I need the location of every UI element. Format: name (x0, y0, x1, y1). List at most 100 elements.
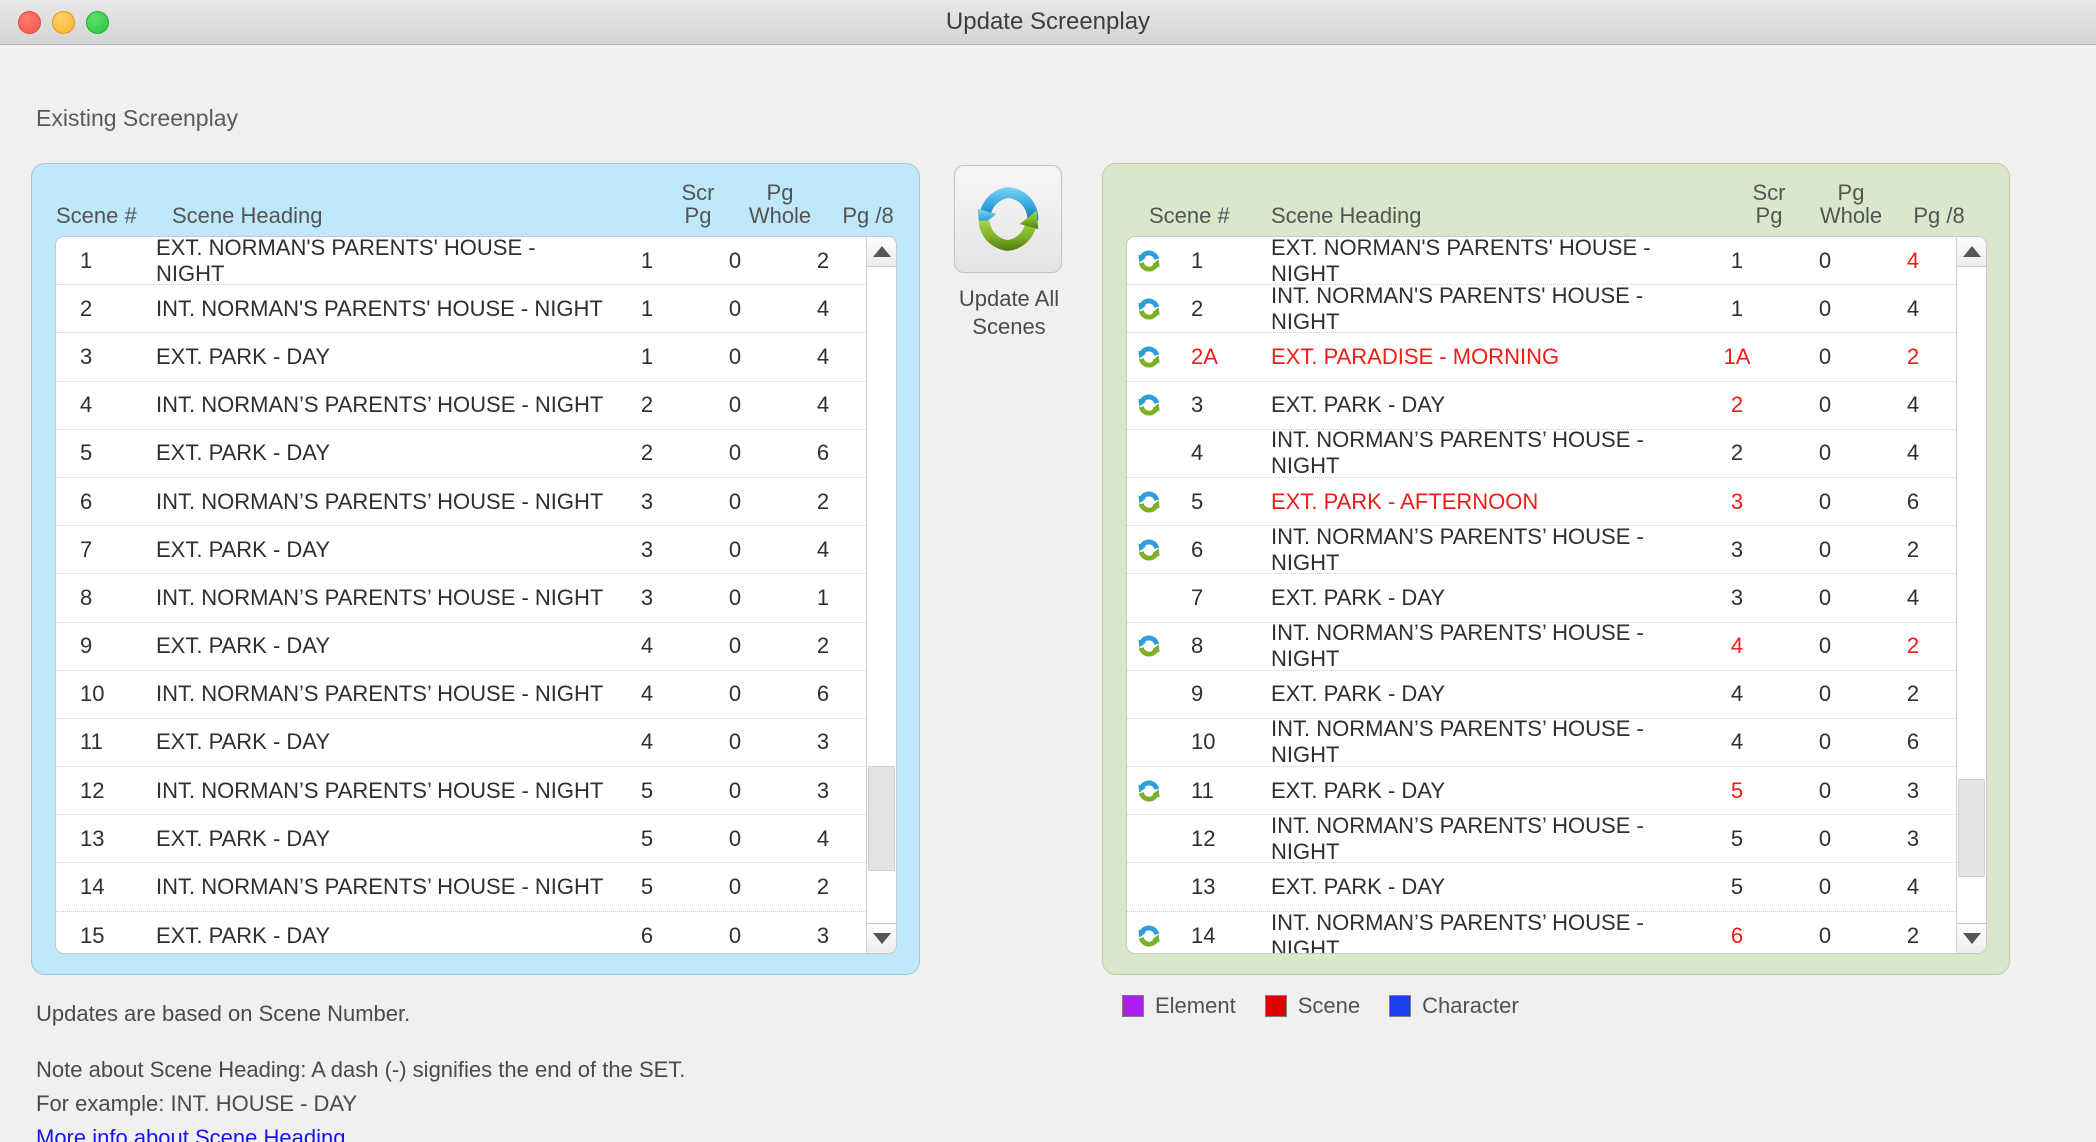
table-row[interactable]: 14 INT. NORMAN’S PARENTS’ HOUSE - NIGHT 6 0… (1127, 910, 1956, 953)
table-row[interactable]: 5 EXT. PARK - AFTERNOON 3 0 6 (1127, 478, 1956, 527)
table-row[interactable]: 3 EXT. PARK - DAY 1 0 4 (56, 333, 866, 382)
more-info-link[interactable]: More info about Scene Heading (36, 1121, 685, 1142)
table-row[interactable]: 10 INT. NORMAN’S PARENTS’ HOUSE - NIGHT 4 0… (1127, 716, 1956, 767)
cell-update-icon[interactable] (1127, 537, 1171, 563)
cell-scene-number: 9 (80, 633, 93, 659)
cell-pg-8: 4 (1906, 874, 1920, 900)
table-row[interactable]: 13 EXT. PARK - DAY 5 0 4 (56, 815, 866, 864)
cell-scene-heading: EXT. PARADISE - MORNING (1271, 343, 1560, 369)
cell-scr-pg: 2 (640, 440, 654, 466)
scroll-down-button-right[interactable] (1957, 923, 1986, 953)
cell-scene-heading: INT. NORMAN’S PARENTS’ HOUSE - NIGHT (156, 488, 604, 514)
scene-changed-refresh-icon (1138, 539, 1160, 561)
table-row[interactable]: 6 INT. NORMAN’S PARENTS’ HOUSE - NIGHT 3 0 2 (1127, 523, 1956, 575)
cell-update-icon[interactable] (1127, 778, 1171, 804)
cell-pg-whole: 0 (728, 247, 742, 273)
cell-scr-pg: 5 (1730, 777, 1744, 803)
cell-scene-heading: INT. NORMAN’S PARENTS’ HOUSE - NIGHT (1271, 812, 1644, 864)
left-scrollbar-track[interactable] (867, 267, 896, 923)
scroll-down-button[interactable] (867, 923, 896, 953)
cell-scene-number: 12 (80, 777, 105, 803)
cell-scene-heading: EXT. PARK - AFTERNOON (1271, 488, 1539, 514)
main-content: Existing Screenplay Scene # Scene Headin… (0, 45, 2096, 1142)
table-row[interactable]: 11 EXT. PARK - DAY 5 0 3 (1127, 767, 1956, 816)
table-row[interactable]: 9 EXT. PARK - DAY 4 0 2 (1127, 671, 1956, 719)
cell-scene-number: 11 (80, 729, 103, 755)
cell-scr-pg: 2 (1730, 440, 1744, 466)
cell-scr-pg: 3 (640, 536, 654, 562)
table-row[interactable]: 8 INT. NORMAN’S PARENTS’ HOUSE - NIGHT 4 0 2 (1127, 620, 1956, 671)
cell-pg-8: 4 (1906, 440, 1920, 466)
cell-scene-number: 8 (80, 584, 93, 610)
cell-scene-heading: INT. NORMAN’S PARENTS’ HOUSE - NIGHT (1271, 523, 1644, 575)
cell-update-icon[interactable] (1127, 489, 1171, 515)
right-scrollbar[interactable] (1956, 237, 1986, 953)
table-row[interactable]: 8 INT. NORMAN’S PARENTS’ HOUSE - NIGHT 3 0 1 (56, 574, 866, 623)
header-pg-8-right: Pg /8 (1913, 203, 1965, 229)
legend-label: Character (1422, 993, 1519, 1018)
cell-scr-pg: 2 (640, 392, 654, 418)
table-row[interactable]: 4 INT. NORMAN’S PARENTS’ HOUSE - NIGHT 2 0 4 (56, 382, 866, 430)
header-pg-whole: Pg Whole (748, 179, 812, 229)
right-scrollbar-thumb[interactable] (1958, 778, 1985, 878)
cell-update-icon[interactable] (1127, 248, 1171, 274)
cell-pg-8: 4 (1906, 295, 1920, 321)
scroll-up-button[interactable] (867, 237, 896, 267)
cell-scene-number: 2A (1191, 343, 1218, 369)
cell-update-icon[interactable] (1127, 633, 1171, 659)
cell-pg-whole: 0 (1818, 633, 1832, 659)
table-row[interactable]: 7 EXT. PARK - DAY 3 0 4 (56, 526, 866, 575)
cell-pg-8: 2 (1906, 343, 1920, 369)
left-scrollbar-thumb[interactable] (868, 765, 895, 871)
cell-pg-8: 6 (1906, 488, 1920, 514)
cell-update-icon[interactable] (1127, 923, 1171, 949)
table-row[interactable]: 12 INT. NORMAN’S PARENTS’ HOUSE - NIGHT 5 0… (1127, 812, 1956, 864)
legend-swatch (1122, 995, 1144, 1017)
cell-scene-heading: INT. NORMAN’S PARENTS’ HOUSE - NIGHT (156, 392, 604, 418)
cell-update-icon[interactable] (1127, 392, 1171, 418)
cell-pg-8: 6 (816, 681, 830, 707)
legend-item: Character (1389, 993, 1519, 1019)
updated-screenplay-panel: Scene # Scene Heading Scr Pg Pg Whole Pg… (1102, 163, 2010, 975)
cell-scr-pg: 3 (1730, 584, 1744, 610)
cell-update-icon[interactable] (1127, 344, 1171, 370)
update-all-scenes-button[interactable] (954, 165, 1062, 273)
cell-scene-number: 10 (1191, 729, 1216, 755)
cell-scene-number: 13 (1191, 874, 1216, 900)
table-row[interactable]: 14 INT. NORMAN’S PARENTS’ HOUSE - NIGHT 5 0… (56, 863, 866, 912)
cell-scr-pg: 5 (640, 777, 654, 803)
header-scene-num-right: Scene # (1149, 203, 1230, 229)
table-row[interactable]: 15 EXT. PARK - DAY 6 0 3 (56, 912, 866, 953)
cell-scene-number: 13 (80, 825, 105, 851)
table-row[interactable]: 1 EXT. NORMAN'S PARENTS' HOUSE - NIGHT 1 0 2 (56, 237, 866, 286)
cell-pg-whole: 0 (728, 488, 742, 514)
cell-pg-whole: 0 (1818, 392, 1832, 418)
cell-scene-number: 1 (80, 247, 93, 273)
table-row[interactable]: 5 EXT. PARK - DAY 2 0 6 (56, 430, 866, 478)
cell-pg-whole: 0 (1818, 777, 1832, 803)
cell-pg-whole: 0 (728, 440, 742, 466)
table-row[interactable]: 10 INT. NORMAN’S PARENTS’ HOUSE - NIGHT 4 0… (56, 671, 866, 719)
table-row[interactable]: 11 EXT. PARK - DAY 4 0 3 (56, 719, 866, 768)
table-row[interactable]: 13 EXT. PARK - DAY 5 0 4 (1127, 863, 1956, 912)
cell-update-icon[interactable] (1127, 296, 1171, 322)
cell-pg-8: 3 (1906, 777, 1920, 803)
table-row[interactable]: 9 EXT. PARK - DAY 4 0 2 (56, 623, 866, 671)
cell-pg-8: 2 (816, 247, 830, 273)
cell-pg-8: 3 (1906, 825, 1920, 851)
cell-pg-8: 2 (1906, 922, 1920, 948)
table-row[interactable]: 12 INT. NORMAN’S PARENTS’ HOUSE - NIGHT 5 0… (56, 767, 866, 816)
table-row[interactable]: 2 INT. NORMAN'S PARENTS' HOUSE - NIGHT 1 0 4 (1127, 283, 1956, 334)
table-row[interactable]: 3 EXT. PARK - DAY 2 0 4 (1127, 382, 1956, 430)
table-row[interactable]: 7 EXT. PARK - DAY 3 0 4 (1127, 574, 1956, 623)
table-row[interactable]: 1 EXT. NORMAN'S PARENTS' HOUSE - NIGHT 1 0 4 (1127, 237, 1956, 286)
legend-item: Scene (1264, 993, 1360, 1019)
table-row[interactable]: 6 INT. NORMAN’S PARENTS’ HOUSE - NIGHT 3 0 2 (56, 478, 866, 527)
table-row[interactable]: 2A EXT. PARADISE - MORNING 1A 0 2 (1127, 333, 1956, 382)
cell-pg-8: 2 (816, 488, 830, 514)
table-row[interactable]: 2 INT. NORMAN'S PARENTS' HOUSE - NIGHT 1 0 4 (56, 285, 866, 334)
right-scrollbar-track[interactable] (1957, 267, 1986, 923)
left-scrollbar[interactable] (866, 237, 896, 953)
table-row[interactable]: 4 INT. NORMAN’S PARENTS’ HOUSE - NIGHT 2 0 4 (1127, 427, 1956, 478)
scroll-up-button-right[interactable] (1957, 237, 1986, 267)
